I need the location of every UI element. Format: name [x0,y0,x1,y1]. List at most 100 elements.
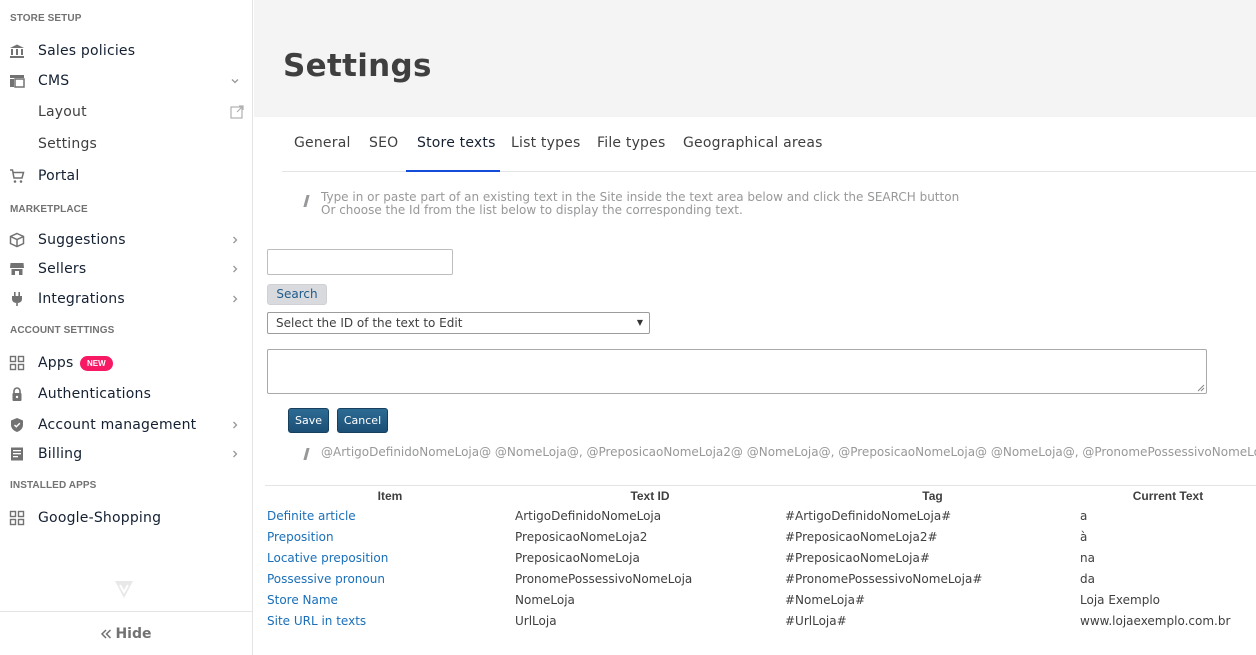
external-link-icon[interactable] [230,105,244,119]
available-tags-hint: @ArtigoDefinidoNomeLoja@ @NomeLoja@, @Pr… [321,445,1256,459]
current-text-cell: a [1080,509,1088,523]
item-link[interactable]: Preposition [265,527,515,548]
double-chevron-left-icon [101,628,112,639]
section-title-installed-apps: INSTALLED APPS [10,480,97,491]
hint-line-2: Or choose the Id from the list below to … [321,203,743,217]
section-title-store-setup: STORE SETUP [10,13,82,24]
apps-grid-icon [9,510,25,526]
table-row: Locative preposition PreposicaoNomeLoja … [265,548,1256,569]
tag-cell: #UrlLoja# [785,614,847,628]
table-row: Definite article ArtigoDefinidoNomeLoja … [265,506,1256,527]
table-row: Site URL in texts UrlLoja #UrlLoja# www.… [265,611,1256,632]
box-icon [9,232,25,248]
text-id-cell: PreposicaoNomeLoja2 [515,530,648,544]
search-button[interactable]: Search [267,284,327,305]
chevron-right-icon [233,236,238,244]
sidebar-item-apps[interactable]: Apps NEW [0,350,252,376]
item-link[interactable]: Possessive pronoun [265,569,515,590]
text-id-cell: UrlLoja [515,614,557,628]
sidebar-item-label: Billing [38,446,83,462]
tag-cell: #PreposicaoNomeLoja2# [785,530,938,544]
table-row: Preposition PreposicaoNomeLoja2 #Preposi… [265,527,1256,548]
sidebar-item-portal[interactable]: Portal [0,163,252,189]
chevron-right-icon [233,265,238,273]
column-header-tag: Tag [922,488,943,503]
item-link[interactable]: Locative preposition [265,548,515,569]
current-text-cell: da [1080,572,1095,586]
sidebar-item-settings[interactable]: Settings [0,131,252,157]
sidebar-item-authentications[interactable]: Authentications [0,381,252,407]
text-id-cell: PreposicaoNomeLoja [515,551,640,565]
hide-label: Hide [115,625,152,642]
tab-list-types[interactable]: List types [511,135,581,172]
tab-seo[interactable]: SEO [369,135,398,172]
dropdown-arrow-icon: ▼ [636,318,643,327]
current-text-cell: Loja Exemplo [1080,593,1160,607]
item-link[interactable]: Store Name [265,590,515,611]
sidebar-item-label: Account management [38,417,197,433]
tag-cell: #PreposicaoNomeLoja# [785,551,930,565]
apps-grid-icon [9,355,25,371]
new-badge: NEW [80,356,113,371]
tab-geographical-areas[interactable]: Geographical areas [683,135,823,172]
text-id-cell: ArtigoDefinidoNomeLoja [515,509,662,523]
sidebar-item-account-management[interactable]: Account management [0,412,252,438]
settings-panel: General SEO Store texts List types File … [254,117,1256,655]
tag-cell: #PronomePossessivoNomeLoja# [785,572,983,586]
item-link[interactable]: Site URL in texts [265,611,515,632]
sidebar-item-label: Authentications [38,386,152,402]
sidebar-item-integrations[interactable]: Integrations [0,286,252,312]
sidebar-item-label: Sales policies [38,43,136,59]
lock-icon [9,386,25,402]
page-title: Settings [283,48,432,84]
resize-grip-icon[interactable] [1196,383,1205,392]
table-row: Possessive pronoun PronomePossessivoNome… [265,569,1256,590]
text-editor-textarea[interactable] [267,349,1207,394]
save-button[interactable]: Save [288,408,329,433]
invoice-icon [9,446,25,462]
sidebar-item-sellers[interactable]: Sellers [0,256,252,282]
sidebar: STORE SETUP Sales policies CMS Layout Se… [0,0,253,655]
tab-file-types[interactable]: File types [597,135,665,172]
cancel-button[interactable]: Cancel [337,408,388,433]
current-text-cell: na [1080,551,1095,565]
info-icon [303,195,310,207]
text-id-select[interactable]: Select the ID of the text to Edit ▼ [267,312,650,334]
tab-general[interactable]: General [294,135,351,172]
main-content: Settings General SEO Store texts List ty… [254,0,1256,655]
sidebar-item-sales-policies[interactable]: Sales policies [0,38,252,64]
plug-icon [9,291,25,307]
current-text-cell: à [1080,530,1088,544]
current-text-cell: www.lojaexemplo.com.br [1080,614,1231,628]
tab-store-texts[interactable]: Store texts [406,135,500,172]
chevron-down-icon [231,79,239,84]
sidebar-item-google-shopping[interactable]: Google-Shopping [0,505,252,531]
text-id-cell: NomeLoja [515,593,575,607]
item-link[interactable]: Definite article [265,506,515,527]
hide-sidebar-button[interactable]: Hide [0,611,252,655]
sidebar-item-suggestions[interactable]: Suggestions [0,227,252,253]
chevron-right-icon [233,295,238,303]
store-texts-table: Item Text ID Tag Current Text Definite a… [265,485,1256,632]
vtex-logo-icon [115,581,133,598]
sidebar-item-label: CMS [38,73,70,89]
sidebar-item-billing[interactable]: Billing [0,441,252,467]
chevron-right-icon [233,421,238,429]
section-title-account-settings: ACCOUNT SETTINGS [10,325,115,336]
column-header-text-id: Text ID [630,488,670,503]
sidebar-item-label: Portal [38,168,80,184]
column-header-current-text: Current Text [1132,488,1204,503]
tab-bar: General SEO Store texts List types File … [282,117,1256,172]
chevron-right-icon [233,450,238,458]
sidebar-item-label: Suggestions [38,232,126,248]
shield-icon [9,417,25,433]
table-row: Store Name NomeLoja #NomeLoja# Loja Exem… [265,590,1256,611]
sidebar-item-cms[interactable]: CMS [0,68,252,94]
sidebar-item-layout[interactable]: Layout [0,99,252,125]
sidebar-item-label: Sellers [38,261,87,277]
search-input[interactable] [267,249,453,275]
table-header-row: Item Text ID Tag Current Text [265,486,1256,506]
text-id-cell: PronomePossessivoNomeLoja [515,572,693,586]
tag-cell: #ArtigoDefinidoNomeLoja# [785,509,952,523]
column-header-item: Item [377,488,403,503]
